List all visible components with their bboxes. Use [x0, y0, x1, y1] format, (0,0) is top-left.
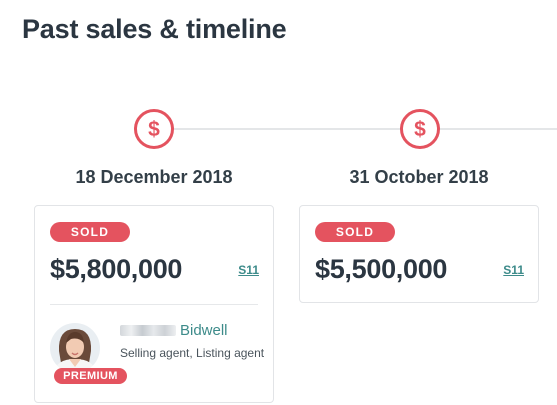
dollar-glyph: $ — [148, 117, 160, 141]
sale-date: 31 October 2018 — [349, 167, 489, 187]
timeline-line — [160, 128, 557, 130]
redacted-first-name — [120, 325, 176, 336]
agent-avatar[interactable] — [50, 323, 100, 373]
dollar-icon: $ — [400, 109, 440, 149]
source-link[interactable]: S11 — [503, 263, 524, 277]
source-link[interactable]: S11 — [238, 263, 259, 277]
sale-price: $5,800,000 — [50, 254, 183, 284]
agent-role: Selling agent, Listing agent — [120, 346, 265, 360]
agent-surname[interactable]: Bidwell — [180, 322, 228, 339]
divider — [50, 304, 258, 305]
sale-card: SOLD $5,800,000 S11 PREMIUM Bidwell Sell… — [34, 205, 274, 403]
dollar-glyph: $ — [414, 117, 426, 141]
agent-name[interactable]: Bidwell — [120, 322, 228, 339]
page-title: Past sales & timeline — [22, 14, 287, 44]
sold-badge: SOLD — [315, 222, 395, 242]
dollar-icon: $ — [134, 109, 174, 149]
premium-badge: PREMIUM — [54, 368, 127, 384]
sold-badge: SOLD — [50, 222, 130, 242]
sale-date: 18 December 2018 — [75, 167, 233, 187]
sale-card: SOLD $5,500,000 S11 — [299, 205, 539, 303]
sale-price: $5,500,000 — [315, 254, 448, 284]
